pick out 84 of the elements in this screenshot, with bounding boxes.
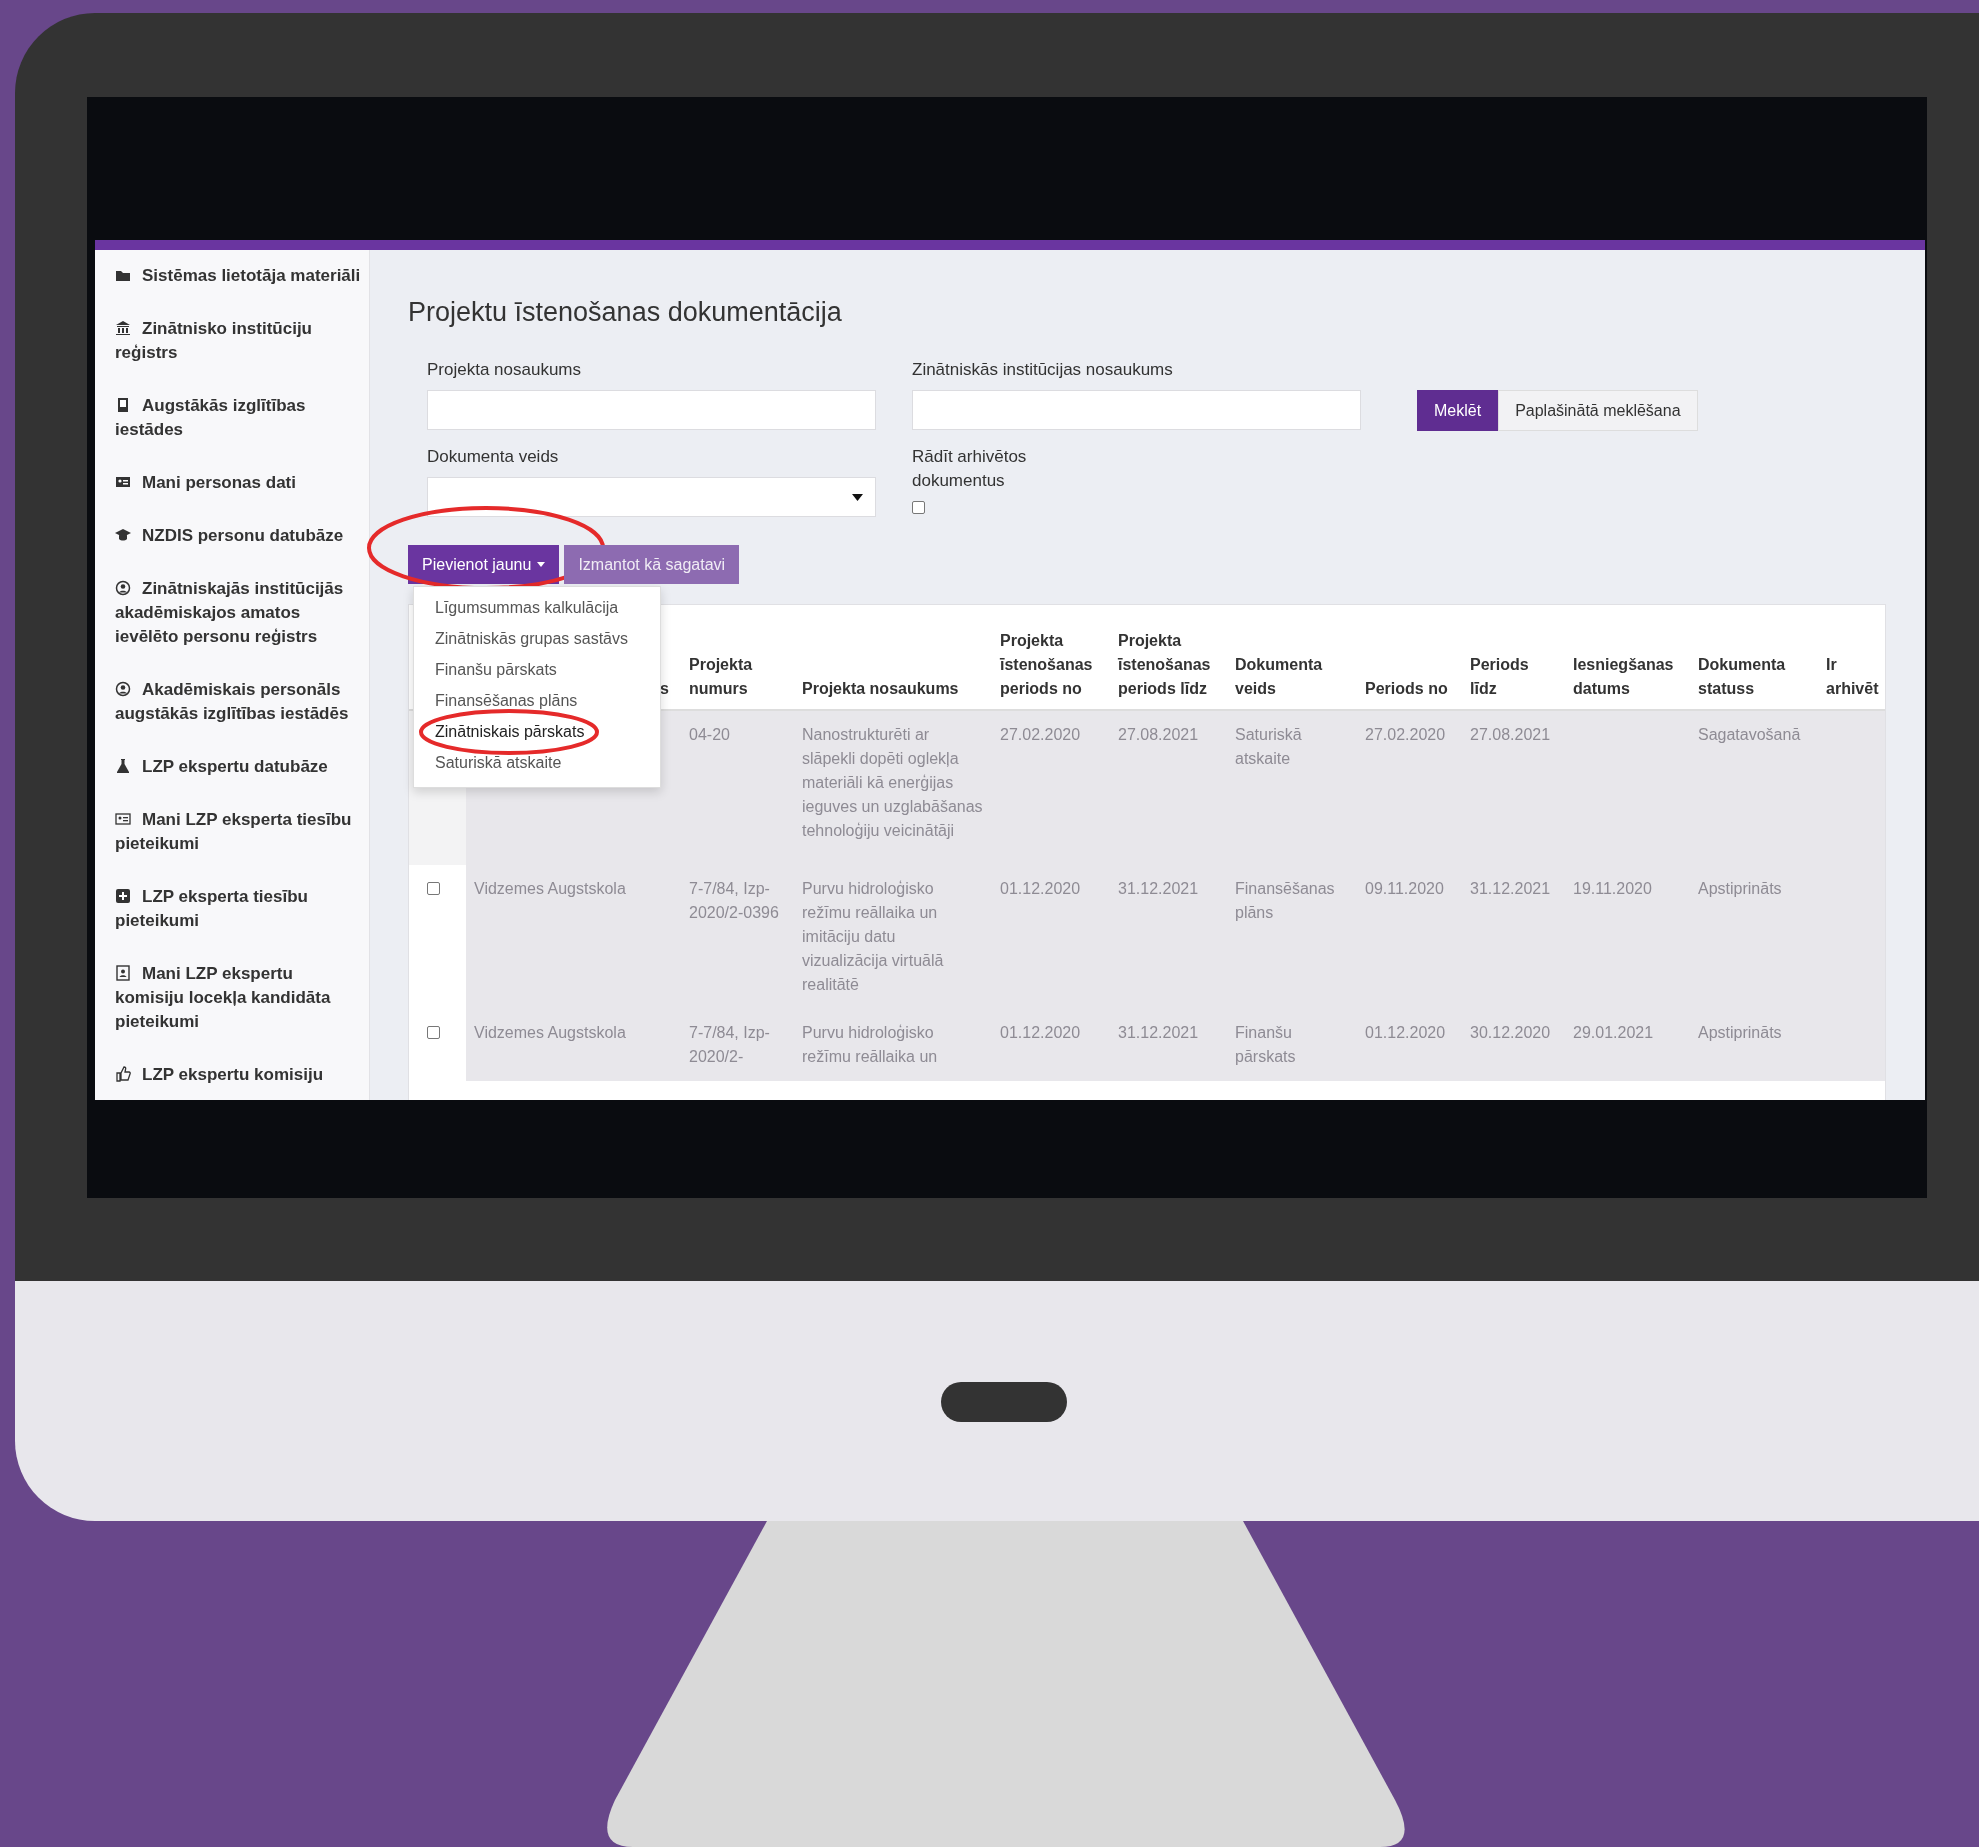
- table-cell: 09.11.2020: [1365, 880, 1444, 897]
- column-header: Iesniegšanas datums: [1573, 655, 1675, 699]
- sidebar-item[interactable]: Mani LZP ekspertu komisiju locekļa kandidāta pieteikumi: [115, 962, 365, 1034]
- bank-icon: [115, 320, 131, 336]
- table-cell: Apstiprināts: [1698, 880, 1782, 897]
- column-header: Projekta īstenošanas periods līdz: [1118, 631, 1212, 699]
- input-field[interactable]: [427, 390, 876, 430]
- plus-square-icon: [115, 888, 131, 904]
- sidebar-item[interactable]: LZP ekspertu komisiju: [115, 1063, 365, 1087]
- page-title: Projektu īstenošanas dokumentācija: [408, 296, 843, 328]
- field-label: Dokumenta veids: [427, 446, 560, 468]
- table-cell: Apstiprināts: [1698, 1024, 1782, 1041]
- sidebar-item[interactable]: Augstākās izglītības iestādes: [115, 394, 365, 442]
- table-cell: Saturiskā atskaite: [1235, 726, 1302, 767]
- menu-item[interactable]: Saturiskā atskaite: [414, 748, 660, 779]
- id-card-icon: [115, 811, 131, 827]
- table-cell: 7-7/84, Izp-2020/2-: [689, 1024, 770, 1065]
- table-cell: 01.12.2020: [1000, 880, 1081, 897]
- field-label: Zinātniskās institūcijas nosaukums: [912, 359, 1174, 381]
- table-cell: Vidzemes Augstskola: [474, 880, 626, 897]
- table-cell: Vidzemes Augstskola: [474, 1024, 626, 1041]
- checkbox[interactable]: [912, 501, 925, 514]
- menu-item[interactable]: Līgumsummas kalkulācija: [414, 593, 660, 624]
- search-button[interactable]: Meklēt: [1417, 390, 1499, 431]
- table-cell: 31.12.2021: [1118, 880, 1199, 897]
- sidebar-item[interactable]: Mani personas dati: [115, 471, 365, 495]
- table-cell: 01.12.2020: [1365, 1024, 1446, 1041]
- sidebar-item[interactable]: LZP eksperta tiesību pieteikumi: [115, 885, 365, 933]
- caret-icon: [537, 562, 546, 567]
- table-cell: Finanšu pārskats: [1235, 1024, 1296, 1065]
- table-cell: 7-7/84, Izp-2020/2-0396: [689, 880, 779, 921]
- column-header: Projekta numurs: [689, 655, 754, 699]
- column-header: Projekta īstenošanas periods no: [1000, 631, 1094, 699]
- column-header: s: [660, 679, 669, 699]
- sidebar-item[interactable]: Zinātnisko institūciju reģistrs: [115, 317, 365, 365]
- table-cell: 27.08.2021: [1470, 726, 1551, 743]
- column-header: Ir arhivēt: [1826, 655, 1879, 699]
- caret-icon: [852, 493, 863, 501]
- table-cell: 29.01.2021: [1573, 1024, 1654, 1041]
- sidebar-item[interactable]: LZP ekspertu datubāze: [115, 755, 365, 779]
- column-header: Periods līdz: [1470, 655, 1530, 699]
- id-card-icon: [115, 474, 131, 490]
- sidebar-item[interactable]: Akadēmiskais personāls augstākās izglītības iestādēs: [115, 678, 365, 726]
- table-cell: 31.12.2021: [1470, 880, 1551, 897]
- select-field[interactable]: [427, 477, 876, 517]
- table-cell: Sagatavošanā: [1698, 726, 1801, 743]
- menu-item[interactable]: Zinātniskās grupas sastāvs: [414, 624, 660, 655]
- sidebar-item[interactable]: Mani LZP eksperta tiesību pieteikumi: [115, 808, 365, 856]
- menu-item[interactable]: Zinātniskais pārskats: [414, 717, 660, 748]
- input-field[interactable]: [912, 390, 1361, 430]
- table-cell: 04-20: [689, 726, 730, 743]
- table-cell: 30.12.2020: [1470, 1024, 1551, 1041]
- table-cell: 31.12.2021: [1118, 1024, 1199, 1041]
- column-header: Periods no: [1365, 679, 1448, 699]
- table-cell: 27.08.2021: [1118, 726, 1199, 743]
- graduation-cap-icon: [115, 527, 131, 543]
- sidebar-item[interactable]: NZDIS personu datubāze: [115, 524, 365, 548]
- row-checkbox[interactable]: [427, 882, 440, 895]
- menu-item[interactable]: Finanšu pārskats: [414, 655, 660, 686]
- sidebar-item[interactable]: Sistēmas lietotāja materiāli: [115, 264, 365, 288]
- building-icon: [115, 397, 131, 413]
- column-header: Projekta nosaukums: [802, 679, 959, 699]
- table-cell: Finansēšanas plāns: [1235, 880, 1335, 921]
- checkbox-label: Rādīt arhivētos dokumentus: [912, 446, 1028, 492]
- table-cell: 27.02.2020: [1000, 726, 1081, 743]
- table-cell: Purvu hidroloģisko režīmu reāllaika un: [802, 1024, 938, 1065]
- row-checkbox[interactable]: [427, 1026, 440, 1039]
- flask-icon: [115, 758, 131, 774]
- advanced-search-button[interactable]: Paplašinātā meklēšana: [1498, 390, 1698, 431]
- table-cell: 01.12.2020: [1000, 1024, 1081, 1041]
- sidebar-item[interactable]: Zinātniskajās institūcijās akadēmiskajos amatos ievēlēto personu reģistrs: [115, 577, 365, 649]
- table-cell: Purvu hidroloģisko režīmu reāllaika un imitāciju datu vizualizācija virtuālā realitātē: [802, 880, 944, 993]
- user-circle-icon: [115, 681, 131, 697]
- column-header: Dokumenta statuss: [1698, 655, 1787, 699]
- add-new-button[interactable]: Pievienot jaunu: [408, 545, 560, 584]
- table-cell: Nanostrukturēti ar slāpekli dopēti oglekļa materiāli kā enerģijas ieguves un uzglabāšanas tehnoloģiju veicinātāji: [802, 726, 983, 839]
- user-circle-icon: [115, 580, 131, 596]
- menu-item[interactable]: Finansēšanas plāns: [414, 686, 660, 717]
- table-cell: 19.11.2020: [1573, 880, 1652, 897]
- field-label: Projekta nosaukums: [427, 359, 583, 381]
- table-cell: 27.02.2020: [1365, 726, 1446, 743]
- user-square-icon: [115, 965, 131, 981]
- thumbs-up-icon: [115, 1066, 131, 1082]
- column-header: Dokumenta veids: [1235, 655, 1324, 699]
